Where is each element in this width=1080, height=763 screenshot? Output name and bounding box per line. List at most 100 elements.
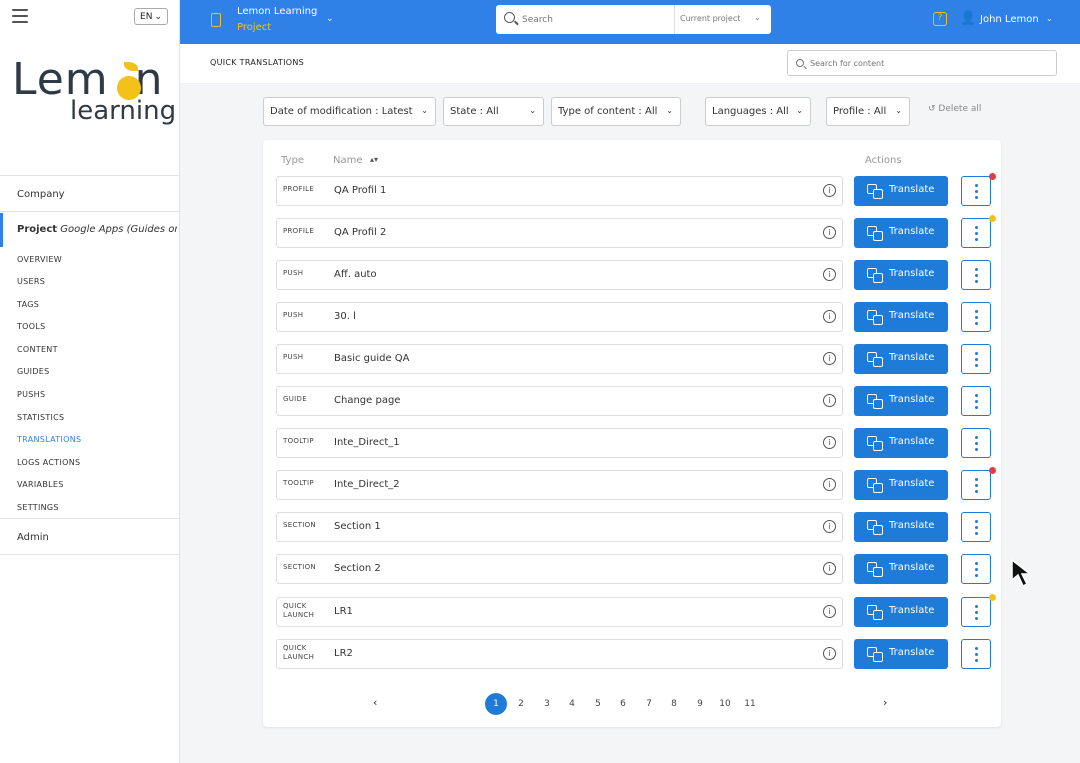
page-7[interactable]: 7 [638,693,660,715]
page-9[interactable]: 9 [689,693,711,715]
more-options-button[interactable] [961,639,991,669]
more-options-button[interactable] [961,302,991,332]
translate-button[interactable]: Translate [854,260,948,290]
sidebar-item-translations[interactable]: TRANSLATIONS [17,435,81,444]
info-icon[interactable]: i [823,436,836,449]
page-10[interactable]: 10 [714,693,736,715]
more-options-button[interactable] [961,173,996,206]
more-options-button[interactable] [961,594,996,627]
table-row[interactable]: GUIDE Change page i [276,386,843,416]
translate-button[interactable]: Translate [854,218,948,248]
hamburger-menu-icon[interactable] [12,9,28,23]
table-row[interactable]: TOOLTIP Inte_Direct_1 i [276,428,843,458]
sidebar-item-statistics[interactable]: STATISTICS [17,413,64,422]
more-options-button[interactable] [961,344,991,374]
translate-button[interactable]: Translate [854,386,948,416]
translate-button[interactable]: Translate [854,428,948,458]
info-icon[interactable]: i [823,562,836,575]
project-link[interactable]: Project Google Apps (Guides on ... [17,224,177,235]
table-row[interactable]: QUICK LAUNCH LR2 i [276,639,843,669]
filter-label: Date of modification : Latest [270,106,413,117]
more-options-button[interactable] [961,386,991,416]
info-icon[interactable]: i [823,184,836,197]
info-icon[interactable]: i [823,394,836,407]
sidebar-item-logs-actions[interactable]: LOGS ACTIONS [17,458,80,467]
translate-button[interactable]: Translate [854,470,948,500]
info-icon[interactable]: i [823,268,836,281]
sidebar-item-tags[interactable]: TAGS [17,300,39,309]
sidebar-item-overview[interactable]: OVERVIEW [17,255,62,264]
chevron-down-icon[interactable]: ⌄ [754,13,761,22]
info-icon[interactable]: i [823,520,836,533]
app-name[interactable]: Lemon Learning [237,6,317,17]
page-2[interactable]: 2 [510,693,532,715]
column-header-name[interactable]: Name [333,155,363,166]
table-row[interactable]: SECTION Section 2 i [276,554,843,584]
sidebar-item-users[interactable]: USERS [17,277,45,286]
translate-button[interactable]: Translate [854,554,948,584]
more-options-button[interactable] [961,512,991,542]
sidebar-item-tools[interactable]: TOOLS [17,322,46,331]
page-1[interactable]: 1 [485,693,507,715]
chevron-down-icon[interactable]: ⌄ [1046,14,1053,23]
filter-profile[interactable]: Profile : All ⌄ [826,97,910,126]
language-selector[interactable]: EN ⌄ [134,8,168,25]
chevron-down-icon[interactable]: ⌄ [326,14,334,24]
table-row[interactable]: PROFILE QA Profil 2 i [276,218,843,248]
kebab-icon [975,184,978,199]
more-options-button[interactable] [961,215,996,248]
translate-button[interactable]: Translate [854,512,948,542]
more-options-button[interactable] [961,467,996,500]
page-4[interactable]: 4 [561,693,583,715]
filter-date[interactable]: Date of modification : Latest ⌄ [263,97,436,126]
admin-link[interactable]: Admin [17,532,49,543]
app-subtitle[interactable]: Project [237,22,271,33]
info-icon[interactable]: i [823,310,836,323]
user-name[interactable]: John Lemon [980,14,1039,25]
info-icon[interactable]: i [823,478,836,491]
page-6[interactable]: 6 [612,693,634,715]
translate-icon [867,352,883,367]
more-options-button[interactable] [961,554,991,584]
table-row[interactable]: PUSH Aff. auto i [276,260,843,290]
content-search-input[interactable] [810,51,1040,75]
translate-button[interactable]: Translate [854,302,948,332]
sidebar-item-content[interactable]: CONTENT [17,345,58,354]
table-row[interactable]: SECTION Section 1 i [276,512,843,542]
sidebar-item-pushs[interactable]: PUSHS [17,390,45,399]
sidebar-item-variables[interactable]: VARIABLES [17,480,64,489]
more-options-button[interactable] [961,428,991,458]
more-options-button[interactable] [961,260,991,290]
sidebar-item-settings[interactable]: SETTINGS [17,503,59,512]
company-link[interactable]: Company [17,189,65,200]
search-scope-select[interactable]: Current project [680,14,740,23]
search-input[interactable] [522,5,672,34]
table-row[interactable]: QUICK LAUNCH LR1 i [276,597,843,627]
delete-all-button[interactable]: ↺ Delete all [928,104,981,114]
info-icon[interactable]: i [823,647,836,660]
page-8[interactable]: 8 [663,693,685,715]
user-icon[interactable]: 👤 [960,11,976,26]
info-icon[interactable]: i [823,226,836,239]
translate-button[interactable]: Translate [854,597,948,627]
info-icon[interactable]: i [823,352,836,365]
table-row[interactable]: TOOLTIP Inte_Direct_2 i [276,470,843,500]
filter-state[interactable]: State : All ⌄ [443,97,544,126]
info-icon[interactable]: i [823,605,836,618]
table-row[interactable]: PROFILE QA Profil 1 i [276,176,843,206]
page-11[interactable]: 11 [739,693,761,715]
translate-button[interactable]: Translate [854,176,948,206]
sidebar-item-guides[interactable]: GUIDES [17,367,50,376]
table-row[interactable]: PUSH Basic guide QA i [276,344,843,374]
translate-button[interactable]: Translate [854,344,948,374]
filter-content-type[interactable]: Type of content : All ⌄ [551,97,681,126]
chevron-left-icon[interactable]: ‹ [373,696,377,709]
sort-icon[interactable]: ▴▾ [370,155,378,164]
help-icon[interactable]: ? [933,12,947,26]
chevron-right-icon[interactable]: › [883,696,887,709]
table-row[interactable]: PUSH 30. l i [276,302,843,332]
page-5[interactable]: 5 [587,693,609,715]
page-3[interactable]: 3 [536,693,558,715]
translate-button[interactable]: Translate [854,639,948,669]
filter-languages[interactable]: Languages : All ⌄ [705,97,811,126]
